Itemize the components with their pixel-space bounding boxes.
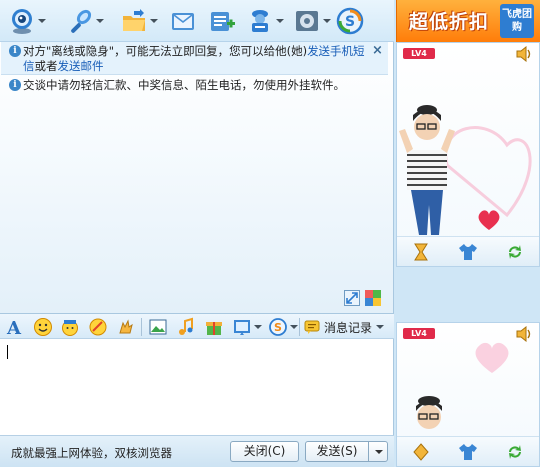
format-toolbar: A S 消息记录 <box>0 313 394 339</box>
avatar-tools <box>397 236 539 266</box>
browser-ad-link[interactable]: 成就最强上网体验，双核浏览器 <box>11 445 172 461</box>
create-group-button[interactable] <box>208 6 236 36</box>
emoticon-icon <box>34 318 52 336</box>
soso-icon: S <box>269 318 287 336</box>
svg-text:A: A <box>6 318 22 337</box>
send-email-link[interactable]: 发送邮件 <box>58 59 104 73</box>
doodle-button[interactable] <box>88 317 108 337</box>
ad-banner[interactable]: 超低折扣 飞虎团购 <box>396 0 540 42</box>
notice-prefix: 对方"离线或隐身"，可能无法立即回复，您可以给他(她) <box>23 44 308 58</box>
screenshot-button[interactable] <box>148 317 168 337</box>
diamond-icon[interactable] <box>411 442 431 462</box>
separator <box>141 318 142 336</box>
image-icon <box>234 320 250 335</box>
close-button[interactable]: 关闭(C) <box>230 441 299 462</box>
app-services-button[interactable] <box>246 6 284 36</box>
message-history-button[interactable]: 消息记录 <box>304 317 385 337</box>
message-input[interactable] <box>0 339 394 435</box>
send-email-button[interactable] <box>169 6 197 36</box>
nudge-icon <box>119 319 133 334</box>
notice-mid: 或者 <box>34 58 58 73</box>
soso-menu-button[interactable]: S <box>268 317 298 337</box>
offline-notice: i 对方"离线或隐身"，可能无法立即回复，您可以给他(她)发送手机短信或者发送邮… <box>1 42 388 75</box>
chevron-down-icon[interactable] <box>38 19 46 23</box>
font-button[interactable]: A <box>5 317 25 337</box>
avatar-figure <box>399 105 532 235</box>
music-button[interactable] <box>176 317 196 337</box>
main-toolbar: S <box>0 0 394 42</box>
chevron-down-icon <box>375 450 383 454</box>
music-icon <box>179 317 193 335</box>
mail-icon <box>172 13 194 30</box>
friend-avatar-show[interactable]: LV4 <box>396 42 540 267</box>
refresh-icon[interactable] <box>505 442 525 462</box>
message-history-pane[interactable]: i 对方"离线或隐身"，可能无法立即回复，您可以给他(她)发送手机短信或者发送邮… <box>0 42 394 313</box>
settings-button[interactable] <box>293 6 331 36</box>
warning-text: 交谈中请勿轻信汇款、中奖信息、陌生电话，勿使用外挂软件。 <box>23 78 345 92</box>
nudge-button[interactable] <box>116 317 136 337</box>
gear-icon <box>296 11 318 31</box>
soso-button[interactable]: S <box>336 6 364 36</box>
chevron-down-icon[interactable] <box>276 19 284 23</box>
svg-text:S: S <box>274 321 282 334</box>
folder-icon <box>123 9 145 31</box>
chevron-down-icon[interactable] <box>376 325 385 329</box>
voice-call-button[interactable] <box>66 6 104 36</box>
ad-headline: 超低折扣 <box>409 11 490 33</box>
divider <box>396 267 540 322</box>
font-icon: A <box>6 318 22 337</box>
security-warning: i 交谈中请勿轻信汇款、中奖信息、陌生电话，勿使用外挂软件。 <box>1 77 388 93</box>
chevron-down-icon[interactable] <box>96 19 104 23</box>
tshirt-icon[interactable] <box>458 242 478 262</box>
svg-text:S: S <box>345 14 355 30</box>
pane-tools <box>344 290 381 306</box>
send-file-button[interactable] <box>120 6 158 36</box>
video-call-button[interactable] <box>8 6 46 36</box>
chevron-down-icon[interactable] <box>254 325 262 329</box>
text-caret <box>7 345 8 359</box>
soso-s-icon: S <box>336 7 364 35</box>
chevron-down-icon[interactable] <box>323 19 331 23</box>
webcam-icon <box>12 9 32 34</box>
gift-button[interactable] <box>204 317 224 337</box>
send-button[interactable]: 发送(S) <box>305 441 369 462</box>
expand-icon[interactable] <box>344 290 360 306</box>
close-notice-icon[interactable]: × <box>372 43 383 58</box>
chevron-down-icon[interactable] <box>290 325 298 329</box>
refresh-icon[interactable] <box>505 242 525 262</box>
image-button[interactable] <box>232 317 262 337</box>
add-contact-icon <box>211 12 235 31</box>
offline-notice-text: 对方"离线或隐身"，可能无法立即回复，您可以给他(她)发送手机短信或者发送邮件 <box>23 44 368 73</box>
user-card-icon <box>252 10 268 32</box>
message-history-label: 消息记录 <box>324 320 373 335</box>
bottom-bar: 成就最强上网体验，双核浏览器 关闭(C) 发送(S) <box>0 435 394 467</box>
microphone-icon <box>71 9 92 33</box>
avatar-figure <box>416 342 509 429</box>
color-grid-icon[interactable] <box>365 290 381 306</box>
separator <box>299 318 300 336</box>
magic-face-button[interactable] <box>60 317 80 337</box>
hourglass-icon[interactable] <box>411 242 431 262</box>
emoticon-button[interactable] <box>33 317 53 337</box>
ad-tag: 飞虎团购 <box>500 4 534 38</box>
info-icon: i <box>9 79 21 91</box>
chat-history-icon <box>304 320 320 334</box>
screenshot-icon <box>149 319 167 335</box>
chevron-down-icon[interactable] <box>150 19 158 23</box>
magic-face-icon <box>62 320 78 336</box>
info-icon: i <box>9 45 21 57</box>
send-options-button[interactable] <box>368 441 388 462</box>
gift-icon <box>206 322 222 335</box>
avatar-tools <box>397 436 539 466</box>
my-avatar-show[interactable]: LV4 <box>396 322 540 467</box>
tshirt-icon[interactable] <box>458 442 478 462</box>
doodle-icon <box>89 318 107 336</box>
